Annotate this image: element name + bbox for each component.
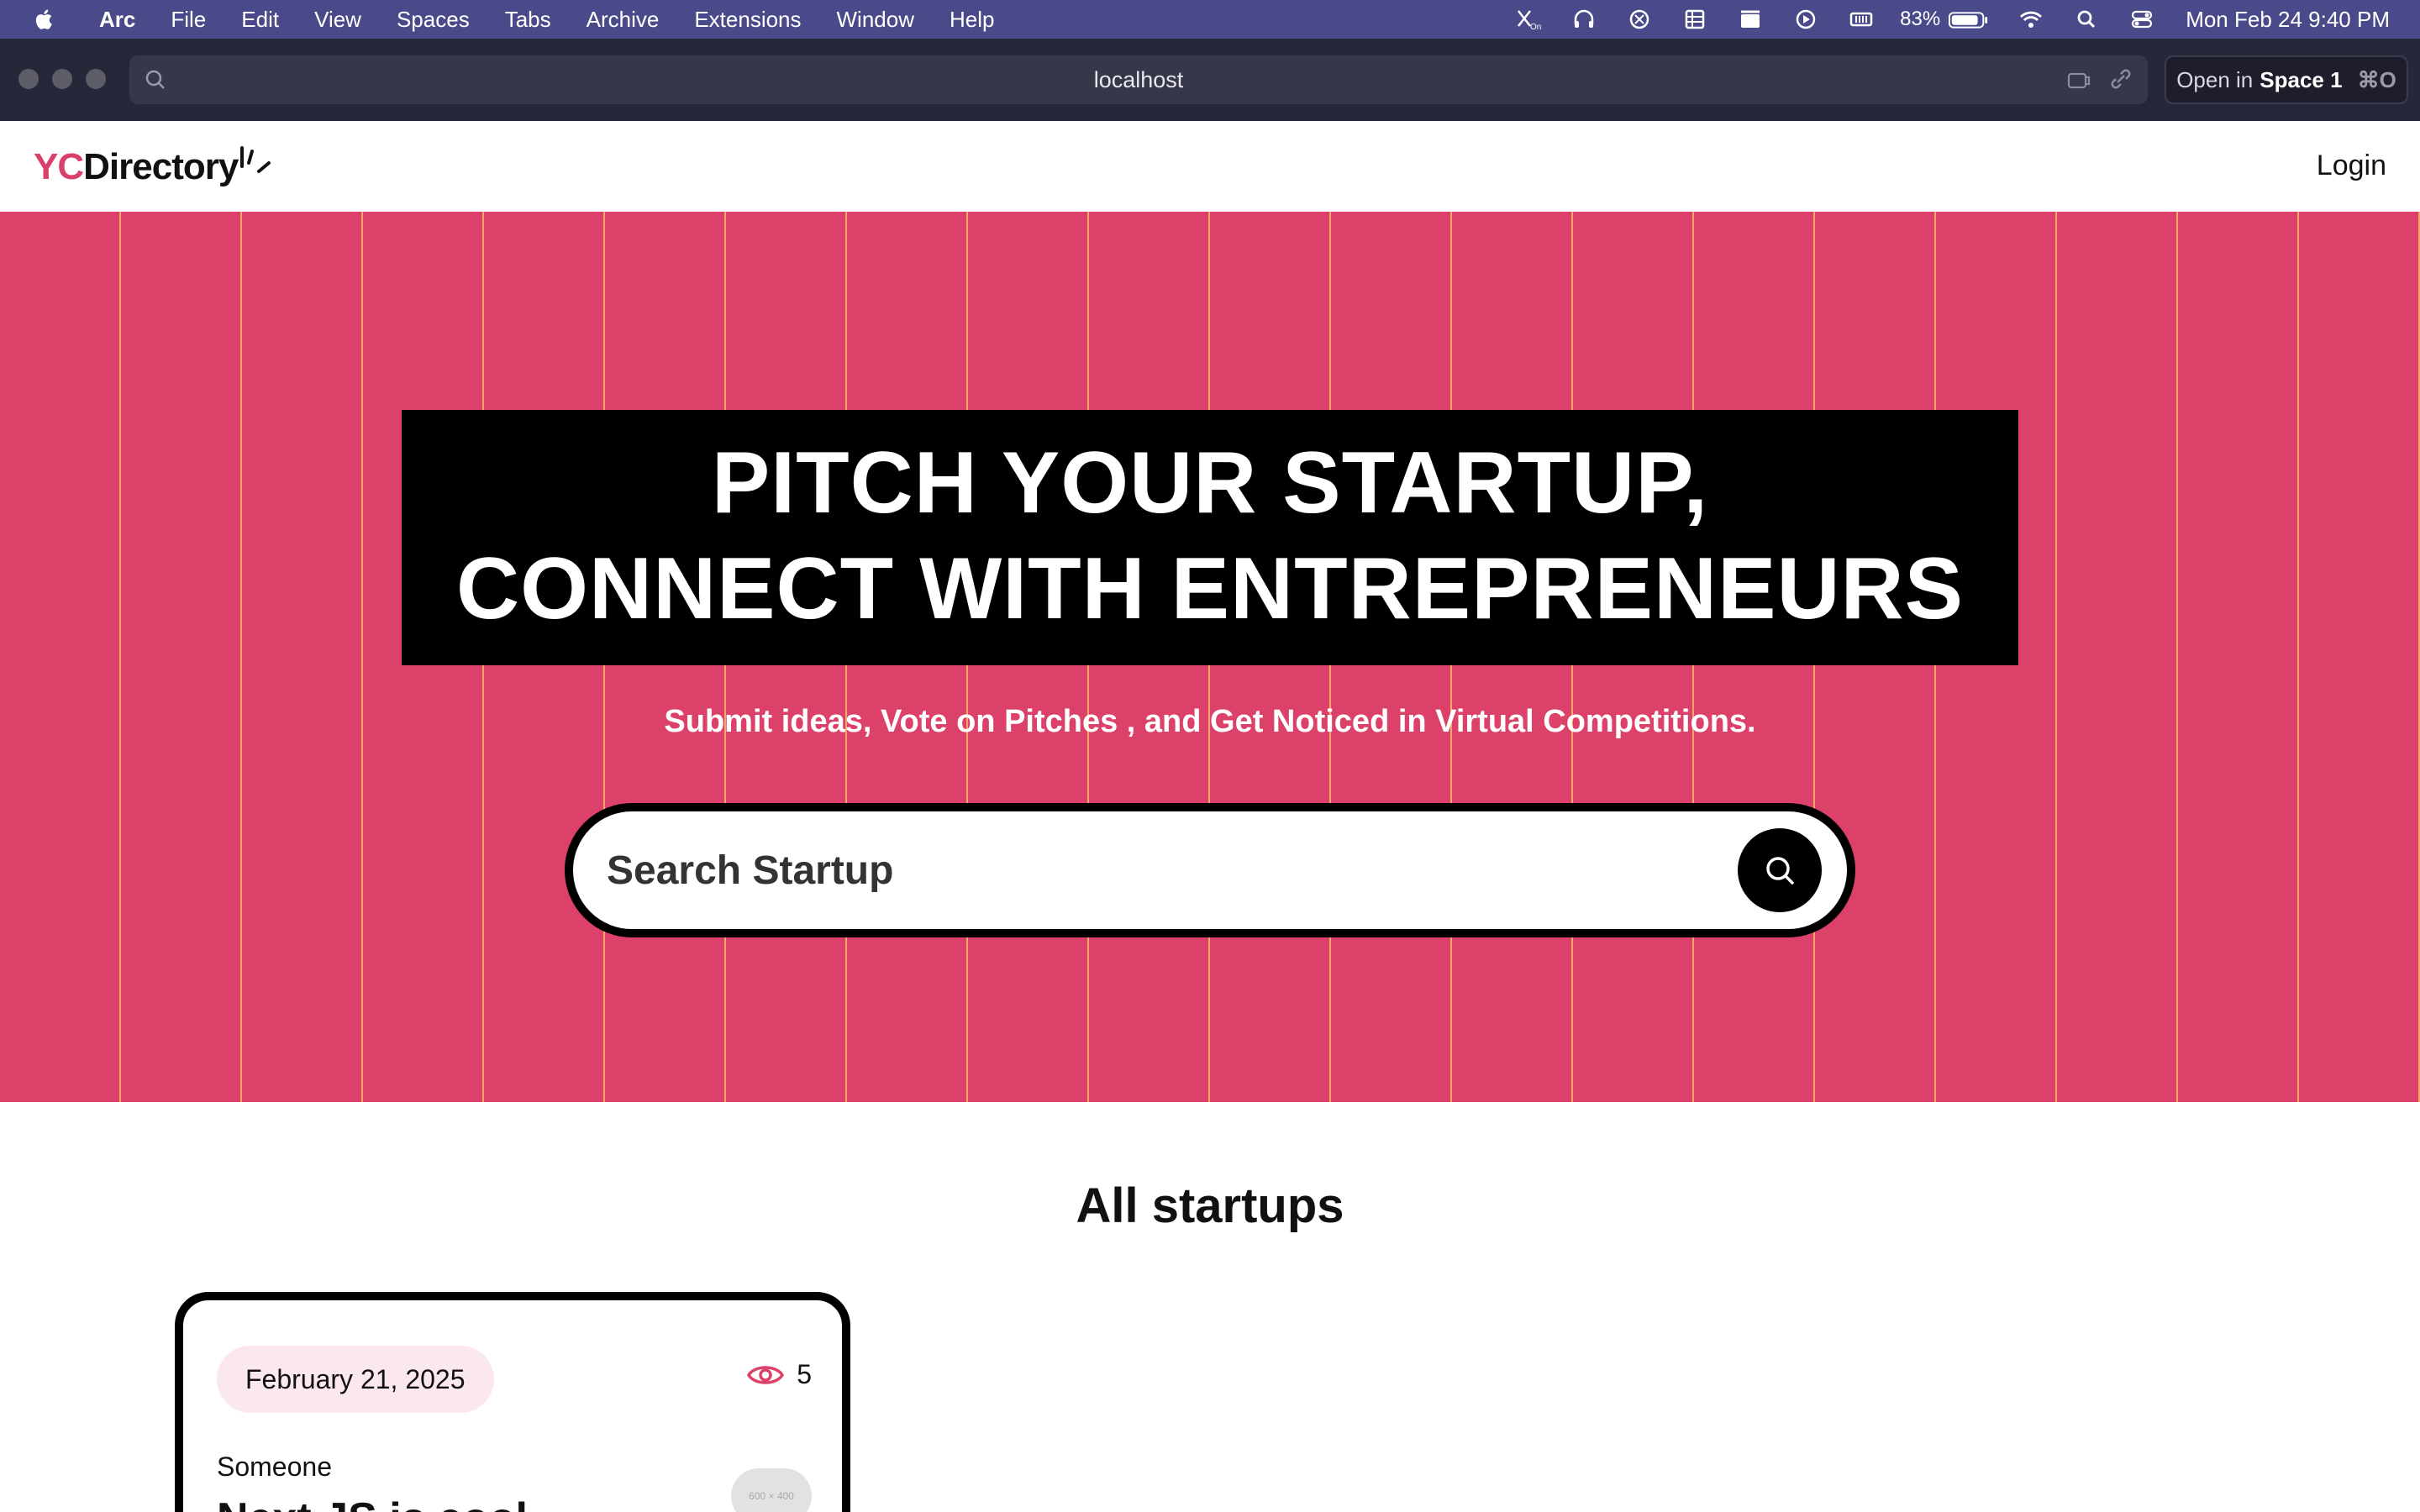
logo-spark-icon [240, 146, 271, 173]
headline-line-1: PITCH YOUR STARTUP, [711, 434, 1709, 532]
menu-tabs[interactable]: Tabs [505, 7, 551, 33]
menu-archive[interactable]: Archive [587, 7, 660, 33]
menu-file[interactable]: File [171, 7, 206, 33]
logo-yc: YC [34, 146, 84, 187]
menu-edit[interactable]: Edit [241, 7, 279, 33]
menu-help[interactable]: Help [950, 7, 994, 33]
site-logo[interactable]: YC Directory [34, 146, 239, 188]
clapper-icon[interactable] [1735, 7, 1765, 32]
startup-card[interactable]: February 21, 2025 5 Someone Next JS is c… [175, 1292, 850, 1512]
startup-search-input[interactable] [607, 840, 1699, 900]
headphones-icon[interactable] [1569, 7, 1599, 32]
address-bar[interactable]: localhost [129, 55, 2148, 104]
memory-icon[interactable] [1846, 7, 1876, 32]
xcode-status-icon[interactable]: On [1513, 7, 1544, 32]
minimize-window-button[interactable] [52, 69, 72, 89]
spotlight-search-icon[interactable] [2071, 7, 2102, 32]
hero-section: PITCH YOUR STARTUP, CONNECT WITH ENTREPR… [0, 212, 2420, 1102]
menu-view[interactable]: View [314, 7, 361, 33]
login-link[interactable]: Login [2317, 150, 2386, 182]
table-icon[interactable] [1680, 7, 1710, 32]
wifi-icon[interactable] [2016, 7, 2046, 32]
browser-toolbar: localhost Open in Space 1 ⌘O [0, 39, 2420, 121]
logo-directory: Directory [83, 146, 239, 187]
close-window-button[interactable] [18, 69, 39, 89]
hero-subtitle: Submit ideas, Vote on Pitches , and Get … [664, 704, 1756, 739]
menubar-clock[interactable]: Mon Feb 24 9:40 PM [2186, 7, 2390, 33]
views-count: 5 [797, 1359, 812, 1389]
svg-text:On: On [1530, 23, 1541, 31]
extension-icon[interactable] [2065, 67, 2092, 92]
author-avatar[interactable]: 600 × 400 [731, 1468, 812, 1512]
startup-date-badge: February 21, 2025 [217, 1346, 494, 1413]
hero-headline: PITCH YOUR STARTUP, CONNECT WITH ENTREPR… [402, 410, 2018, 665]
control-center-icon[interactable] [2127, 7, 2157, 32]
startup-author[interactable]: Someone [217, 1452, 332, 1483]
menu-window[interactable]: Window [837, 7, 914, 33]
headline-line-2: CONNECT WITH ENTREPRENEURS [455, 540, 1965, 638]
space-name: Space 1 [2260, 66, 2343, 92]
macos-menu-bar: Arc File Edit View Spaces Tabs Archive E… [0, 0, 2420, 39]
eye-icon [747, 1365, 785, 1384]
battery-percent: 83% [1900, 8, 1941, 30]
zoom-window-button[interactable] [86, 69, 106, 89]
startup-title[interactable]: Next JS is cool [217, 1494, 528, 1512]
startup-views: 5 [746, 1359, 812, 1390]
startup-search-form [565, 803, 1855, 937]
apple-icon[interactable] [34, 7, 57, 32]
shortcut-hint: ⌘O [2357, 66, 2396, 92]
open-in-space-button[interactable]: Open in Space 1 ⌘O [2165, 55, 2408, 104]
url-text[interactable]: localhost [129, 67, 2148, 93]
play-circle-icon[interactable] [1791, 7, 1821, 32]
search-icon [1766, 857, 1794, 885]
window-controls [18, 69, 119, 89]
menu-app-arc[interactable]: Arc [99, 7, 135, 33]
open-in-label: Open in [2176, 66, 2254, 92]
copy-link-icon[interactable] [2107, 67, 2134, 92]
menu-extensions[interactable]: Extensions [694, 7, 801, 33]
search-submit-button[interactable] [1738, 828, 1822, 912]
chatgpt-icon[interactable] [1624, 7, 1655, 32]
menu-spaces[interactable]: Spaces [397, 7, 470, 33]
site-navbar: YC Directory Login [0, 121, 2420, 212]
all-startups-heading: All startups [1076, 1179, 1344, 1233]
battery-icon[interactable] [1947, 7, 1991, 32]
